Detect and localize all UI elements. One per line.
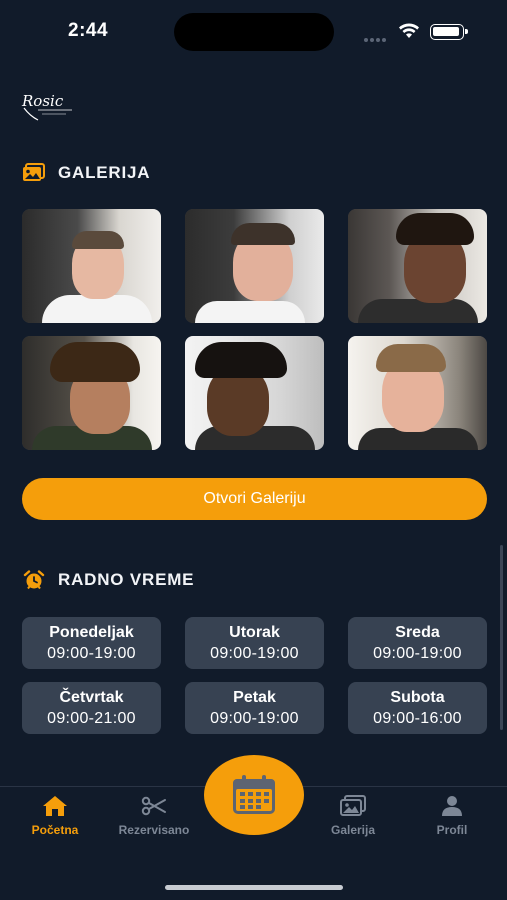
cellular-signal-icon (364, 29, 392, 42)
gallery-section-heading: GALERIJA (22, 163, 150, 183)
hours-day: Petak (233, 688, 276, 706)
tab-profile-label: Profil (436, 823, 468, 837)
tab-gallery-label: Galerija (330, 823, 376, 837)
book-appointment-button[interactable] (204, 755, 304, 835)
hours-card-saturday: Subota 09:00-16:00 (348, 682, 487, 734)
hours-card-tuesday: Utorak 09:00-19:00 (185, 617, 324, 669)
hours-day: Ponedeljak (49, 623, 134, 641)
hours-time: 09:00-19:00 (47, 644, 136, 662)
gallery-photo[interactable] (348, 209, 487, 323)
gallery-grid (22, 209, 487, 450)
dynamic-island (174, 13, 334, 51)
profile-icon (442, 796, 462, 816)
tab-reserved-label: Rezervisano (118, 823, 190, 837)
hours-day: Utorak (229, 623, 280, 641)
scroll-indicator[interactable] (500, 545, 503, 730)
tab-profile[interactable]: Profil (402, 795, 502, 837)
gallery-icon (340, 795, 366, 816)
hours-day: Sreda (395, 623, 440, 641)
home-icon (43, 796, 67, 816)
hours-title: RADNO VREME (58, 570, 195, 589)
tab-reserved[interactable]: Rezervisano (104, 795, 204, 837)
gallery-photo[interactable] (22, 336, 161, 450)
photo-gallery-icon (22, 163, 46, 183)
hours-time: 09:00-19:00 (373, 644, 462, 662)
hours-time: 09:00-19:00 (210, 709, 299, 727)
status-bar: 2:44 (0, 0, 507, 60)
hours-time: 09:00-16:00 (373, 709, 462, 727)
hours-card-friday: Petak 09:00-19:00 (185, 682, 324, 734)
hours-card-wednesday: Sreda 09:00-19:00 (348, 617, 487, 669)
tab-gallery[interactable]: Galerija (303, 795, 403, 837)
svg-text:Rosic: Rosic (21, 92, 64, 110)
hours-day: Subota (390, 688, 445, 706)
hours-card-thursday: Četvrtak 09:00-21:00 (22, 682, 161, 734)
gallery-photo[interactable] (22, 209, 161, 323)
home-indicator (165, 885, 343, 890)
brand-logo[interactable]: Rosic (20, 86, 76, 126)
gallery-title: GALERIJA (58, 163, 151, 182)
gallery-photo[interactable] (185, 209, 324, 323)
tab-home-label: Početna (31, 823, 79, 837)
hours-card-monday: Ponedeljak 09:00-19:00 (22, 617, 161, 669)
hours-time: 09:00-19:00 (210, 644, 299, 662)
wifi-icon (399, 23, 419, 38)
hours-day: Četvrtak (59, 688, 124, 706)
status-time: 2:44 (68, 20, 109, 41)
open-gallery-button[interactable]: Otvori Galeriju (22, 478, 487, 520)
scissors-icon (141, 796, 166, 816)
tab-home[interactable]: Početna (5, 795, 105, 837)
gallery-photo[interactable] (348, 336, 487, 450)
gallery-photo[interactable] (185, 336, 324, 450)
calendar-icon (233, 775, 275, 814)
battery-icon (430, 24, 468, 40)
hours-grid: Ponedeljak 09:00-19:00 Utorak 09:00-19:0… (22, 617, 487, 734)
hours-time: 09:00-21:00 (47, 709, 136, 727)
hours-section-heading: RADNO VREME (22, 570, 194, 590)
alarm-clock-icon (22, 570, 46, 590)
